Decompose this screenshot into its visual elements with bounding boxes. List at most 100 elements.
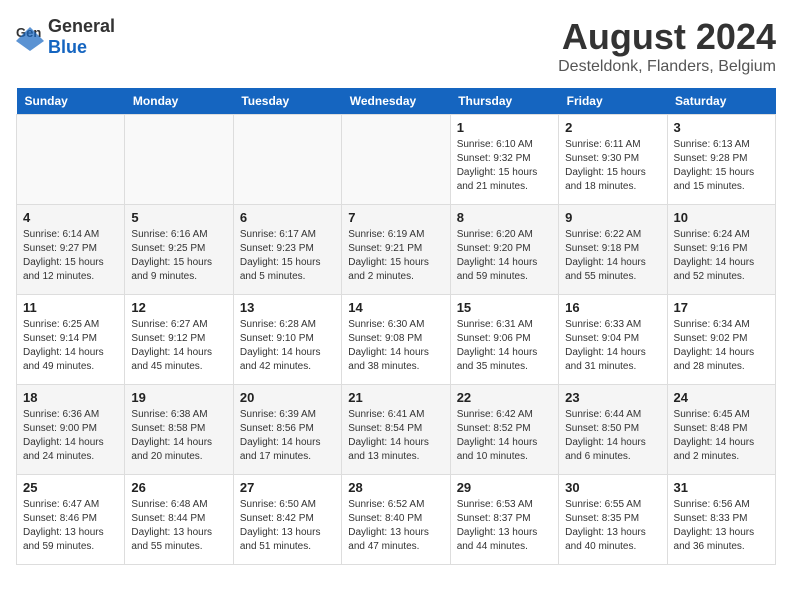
calendar-week-row: 4 Sunrise: 6:14 AMSunset: 9:27 PMDaylight… [17,205,776,295]
month-year-title: August 2024 [558,16,776,58]
day-number: 28 [348,480,443,495]
calendar-cell: 30Sunrise: 6:55 AMSunset: 8:35 PMDayligh… [559,475,667,565]
calendar-cell: 27 Sunrise: 6:50 AMSunset: 8:42 PMDayligh… [233,475,341,565]
calendar-cell: 15 Sunrise: 6:31 AMSunset: 9:06 PMDayligh… [450,295,558,385]
day-info: Sunrise: 6:19 AMSunset: 9:21 PMDaylight:… [348,228,443,284]
calendar-table: SundayMondayTuesdayWednesdayThursdayFrid… [16,88,776,565]
logo-general-text: General [48,16,115,36]
calendar-week-row: 1 Sunrise: 6:10 AMSunset: 9:32 PMDaylight… [17,115,776,205]
day-number: 27 [240,480,335,495]
day-info: Sunrise: 6:47 AMSunset: 8:46 PMDaylight:… [23,498,118,554]
day-info: Sunrise: 6:45 AMSunset: 8:48 PMDaylight:… [674,408,769,464]
calendar-cell: 24 Sunrise: 6:45 AMSunset: 8:48 PMDayligh… [667,385,775,475]
calendar-cell: 9Sunrise: 6:22 AMSunset: 9:18 PMDaylight… [559,205,667,295]
column-header-monday: Monday [125,88,233,115]
calendar-cell [342,115,450,205]
day-number: 4 [23,210,118,225]
day-number: 14 [348,300,443,315]
calendar-cell: 1 Sunrise: 6:10 AMSunset: 9:32 PMDaylight… [450,115,558,205]
day-number: 17 [674,300,769,315]
day-number: 6 [240,210,335,225]
day-info: Sunrise: 6:41 AMSunset: 8:54 PMDaylight:… [348,408,443,464]
logo-icon: Gen [16,23,44,51]
day-info: Sunrise: 6:36 AMSunset: 9:00 PMDaylight:… [23,408,118,464]
calendar-cell: 28 Sunrise: 6:52 AMSunset: 8:40 PMDayligh… [342,475,450,565]
title-area: August 2024 Desteldonk, Flanders, Belgiu… [558,16,776,76]
day-number: 31 [674,480,769,495]
header: Gen General Blue August 2024 Desteldonk,… [16,16,776,76]
day-info: Sunrise: 6:25 AMSunset: 9:14 PMDaylight:… [23,318,118,374]
day-number: 11 [23,300,118,315]
calendar-cell: 22 Sunrise: 6:42 AMSunset: 8:52 PMDayligh… [450,385,558,475]
day-number: 22 [457,390,552,405]
day-number: 7 [348,210,443,225]
day-info: Sunrise: 6:42 AMSunset: 8:52 PMDaylight:… [457,408,552,464]
day-info: Sunrise: 6:16 AMSunset: 9:25 PMDaylight:… [131,228,226,284]
day-number: 25 [23,480,118,495]
day-number: 9 [565,210,660,225]
day-info: Sunrise: 6:34 AMSunset: 9:02 PMDaylight:… [674,318,769,374]
day-info: Sunrise: 6:27 AMSunset: 9:12 PMDaylight:… [131,318,226,374]
calendar-cell: 12 Sunrise: 6:27 AMSunset: 9:12 PMDayligh… [125,295,233,385]
day-number: 23 [565,390,660,405]
calendar-cell: 17 Sunrise: 6:34 AMSunset: 9:02 PMDayligh… [667,295,775,385]
day-number: 15 [457,300,552,315]
day-info: Sunrise: 6:52 AMSunset: 8:40 PMDaylight:… [348,498,443,554]
calendar-cell [125,115,233,205]
calendar-cell [17,115,125,205]
day-number: 26 [131,480,226,495]
day-info: Sunrise: 6:14 AMSunset: 9:27 PMDaylight:… [23,228,118,284]
calendar-cell: 18Sunrise: 6:36 AMSunset: 9:00 PMDayligh… [17,385,125,475]
calendar-cell: 25 Sunrise: 6:47 AMSunset: 8:46 PMDayligh… [17,475,125,565]
day-number: 21 [348,390,443,405]
day-info: Sunrise: 6:44 AMSunset: 8:50 PMDaylight:… [565,408,660,464]
calendar-cell: 23 Sunrise: 6:44 AMSunset: 8:50 PMDayligh… [559,385,667,475]
calendar-cell: 19Sunrise: 6:38 AMSunset: 8:58 PMDayligh… [125,385,233,475]
day-info: Sunrise: 6:31 AMSunset: 9:06 PMDaylight:… [457,318,552,374]
day-info: Sunrise: 6:11 AMSunset: 9:30 PMDaylight:… [565,138,660,194]
day-number: 16 [565,300,660,315]
day-info: Sunrise: 6:28 AMSunset: 9:10 PMDaylight:… [240,318,335,374]
calendar-week-row: 18Sunrise: 6:36 AMSunset: 9:00 PMDayligh… [17,385,776,475]
calendar-cell: 8Sunrise: 6:20 AMSunset: 9:20 PMDaylight… [450,205,558,295]
calendar-cell: 2Sunrise: 6:11 AMSunset: 9:30 PMDaylight… [559,115,667,205]
column-header-sunday: Sunday [17,88,125,115]
calendar-cell: 21 Sunrise: 6:41 AMSunset: 8:54 PMDayligh… [342,385,450,475]
calendar-cell: 14Sunrise: 6:30 AMSunset: 9:08 PMDayligh… [342,295,450,385]
calendar-cell: 13 Sunrise: 6:28 AMSunset: 9:10 PMDayligh… [233,295,341,385]
calendar-cell: 16Sunrise: 6:33 AMSunset: 9:04 PMDayligh… [559,295,667,385]
calendar-cell: 7 Sunrise: 6:19 AMSunset: 9:21 PMDaylight… [342,205,450,295]
calendar-cell: 20 Sunrise: 6:39 AMSunset: 8:56 PMDayligh… [233,385,341,475]
column-header-tuesday: Tuesday [233,88,341,115]
calendar-cell: 10 Sunrise: 6:24 AMSunset: 9:16 PMDayligh… [667,205,775,295]
day-info: Sunrise: 6:48 AMSunset: 8:44 PMDaylight:… [131,498,226,554]
calendar-week-row: 11 Sunrise: 6:25 AMSunset: 9:14 PMDayligh… [17,295,776,385]
day-number: 10 [674,210,769,225]
day-info: Sunrise: 6:20 AMSunset: 9:20 PMDaylight:… [457,228,552,284]
day-info: Sunrise: 6:10 AMSunset: 9:32 PMDaylight:… [457,138,552,194]
column-header-wednesday: Wednesday [342,88,450,115]
day-number: 3 [674,120,769,135]
location-subtitle: Desteldonk, Flanders, Belgium [558,58,776,76]
day-info: Sunrise: 6:53 AMSunset: 8:37 PMDaylight:… [457,498,552,554]
logo: Gen General Blue [16,16,115,58]
logo-blue-text: Blue [48,37,87,57]
day-number: 13 [240,300,335,315]
day-info: Sunrise: 6:24 AMSunset: 9:16 PMDaylight:… [674,228,769,284]
day-number: 24 [674,390,769,405]
day-info: Sunrise: 6:38 AMSunset: 8:58 PMDaylight:… [131,408,226,464]
column-header-saturday: Saturday [667,88,775,115]
calendar-cell: 29Sunrise: 6:53 AMSunset: 8:37 PMDayligh… [450,475,558,565]
day-number: 12 [131,300,226,315]
column-header-thursday: Thursday [450,88,558,115]
day-number: 1 [457,120,552,135]
calendar-header-row: SundayMondayTuesdayWednesdayThursdayFrid… [17,88,776,115]
calendar-cell: 3 Sunrise: 6:13 AMSunset: 9:28 PMDaylight… [667,115,775,205]
day-number: 20 [240,390,335,405]
day-number: 5 [131,210,226,225]
day-info: Sunrise: 6:56 AMSunset: 8:33 PMDaylight:… [674,498,769,554]
day-info: Sunrise: 6:39 AMSunset: 8:56 PMDaylight:… [240,408,335,464]
day-info: Sunrise: 6:50 AMSunset: 8:42 PMDaylight:… [240,498,335,554]
day-info: Sunrise: 6:13 AMSunset: 9:28 PMDaylight:… [674,138,769,194]
day-number: 30 [565,480,660,495]
